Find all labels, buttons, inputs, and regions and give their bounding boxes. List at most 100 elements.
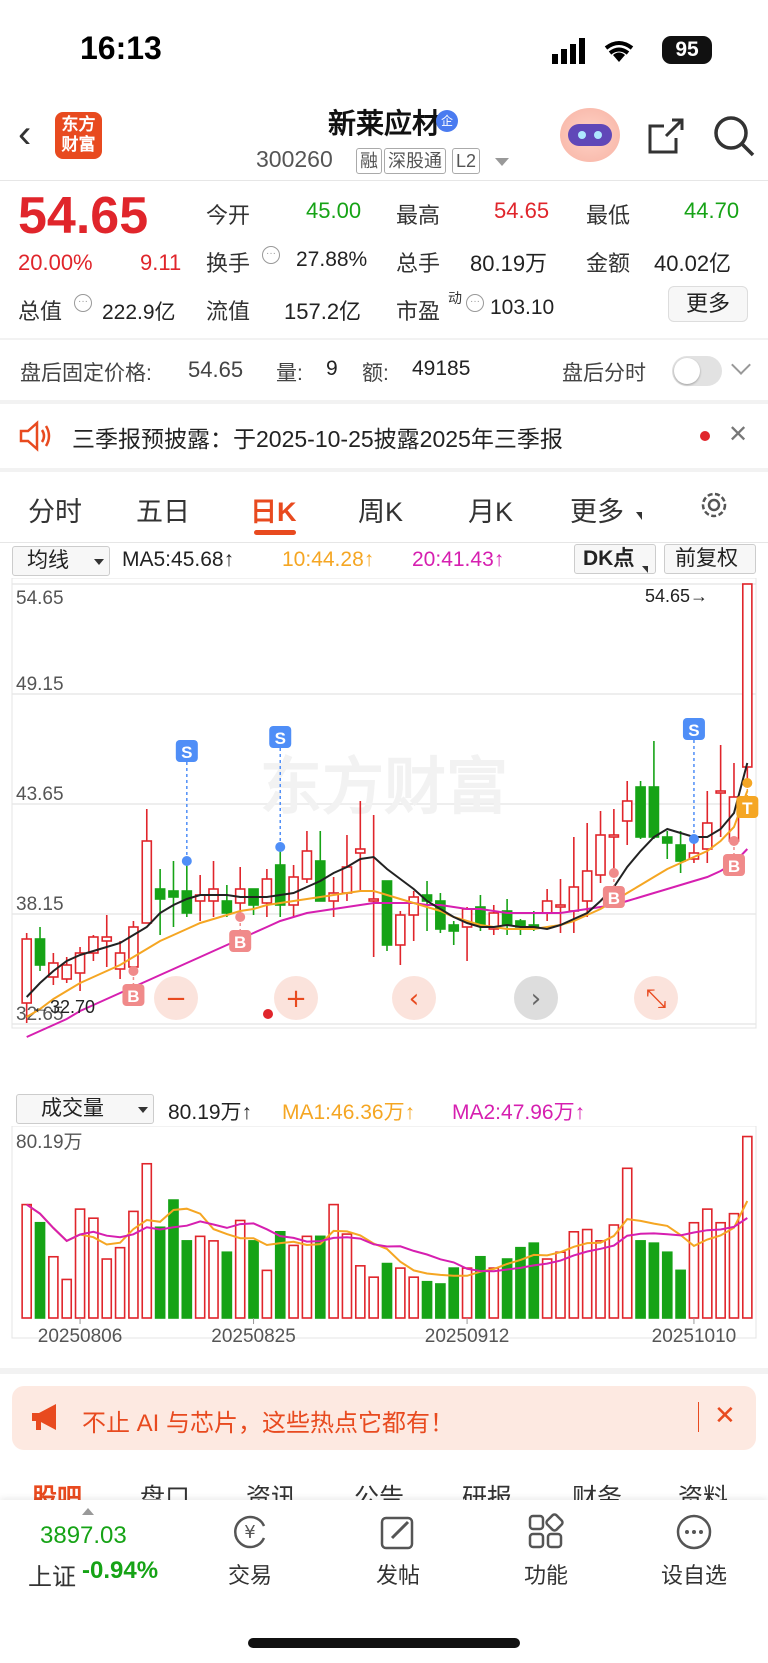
- current-price: 54.65: [18, 187, 149, 245]
- volume-bar: [181, 1240, 193, 1319]
- search-icon[interactable]: [712, 114, 756, 158]
- volume-label: 总手: [396, 251, 441, 276]
- dk-corner-icon: [642, 566, 648, 573]
- high-label: 最高: [396, 203, 441, 228]
- volume-bar: [354, 1265, 366, 1319]
- trade-icon[interactable]: ¥: [230, 1512, 270, 1552]
- volume-bar: [635, 1240, 646, 1319]
- volume-bar: [74, 1208, 86, 1319]
- candle-body: [635, 786, 646, 838]
- close-icon[interactable]: ✕: [728, 420, 748, 449]
- kline-chart[interactable]: 54.6549.1543.6538.1532.65东方财富BBBBTSS S54.…: [0, 578, 768, 1088]
- candle-body: [741, 583, 753, 768]
- volume-ma2: MA2:47.96万↑: [452, 1101, 586, 1124]
- info-icon[interactable]: ···: [466, 294, 484, 312]
- signal-dot: [742, 778, 753, 788]
- volume-bar: [141, 1162, 153, 1319]
- tab-timeshare[interactable]: 分时: [28, 490, 82, 529]
- volume-bar: [675, 1269, 686, 1319]
- index-value[interactable]: 3897.03: [40, 1522, 127, 1550]
- nav-functions[interactable]: 功能: [496, 1558, 596, 1590]
- chart-control-icon: +: [285, 984, 307, 1014]
- float-value: 157.2亿: [284, 299, 362, 324]
- low-marker-label: ←32.70: [32, 997, 95, 1017]
- float-label: 流值: [206, 299, 251, 324]
- share-icon[interactable]: [646, 116, 686, 156]
- volume-bar: [568, 1231, 580, 1319]
- promo-text[interactable]: 不止 AI 与芯片，这些热点它都有！: [82, 1403, 454, 1438]
- volume-bar: [301, 1235, 313, 1319]
- ai-assistant-face: [568, 124, 612, 146]
- post-icon[interactable]: [378, 1512, 418, 1552]
- volume-indicator-select[interactable]: 成交量: [16, 1094, 154, 1124]
- nav-post[interactable]: 发帖: [348, 1558, 448, 1590]
- tab-daily-k[interactable]: 日K: [250, 490, 297, 529]
- close-icon[interactable]: ✕: [714, 1400, 736, 1431]
- afterhours-price: 54.65: [188, 357, 244, 382]
- volume-bar: [154, 1226, 166, 1319]
- volume-bar: [368, 1276, 379, 1319]
- index-name[interactable]: 上证: [28, 1557, 76, 1592]
- chart-control-icon: ‹: [409, 984, 419, 1014]
- x-tick-label: 20250912: [425, 1326, 510, 1342]
- volume-bar: [208, 1240, 219, 1319]
- candle-body: [261, 878, 273, 904]
- notice-text[interactable]: 三季报预披露：于2025-10-25披露2025年三季报: [72, 420, 563, 454]
- info-icon[interactable]: ···: [262, 246, 280, 264]
- y-tick-label: 49.15: [16, 674, 64, 695]
- code-dropdown-icon[interactable]: [495, 158, 509, 166]
- volume-bar: [48, 1255, 59, 1319]
- index-change[interactable]: -0.94%: [82, 1557, 158, 1585]
- low-label: 最低: [586, 203, 631, 228]
- ai-eye-icon: [578, 131, 586, 139]
- gear-icon[interactable]: [697, 488, 731, 522]
- nav-add-watchlist[interactable]: 设自选: [644, 1558, 744, 1590]
- ma10-value: 10:44.28↑: [282, 548, 375, 571]
- watermark: 东方财富: [260, 750, 508, 823]
- wifi-icon: [604, 41, 634, 62]
- volume-bar: [21, 1203, 33, 1319]
- tab-monthly-k[interactable]: 月K: [468, 490, 513, 529]
- x-tick-label: 20250825: [211, 1326, 296, 1342]
- volume-bar: [701, 1208, 713, 1319]
- mktcap-value: 222.9亿: [102, 301, 176, 324]
- candle-body: [448, 924, 460, 932]
- volume-chart[interactable]: 80.19万 20250806 20250825 20250912 20251010: [0, 1126, 768, 1342]
- y-tick-label: 43.65: [16, 784, 64, 805]
- candle-body: [154, 888, 166, 900]
- nav-trade[interactable]: 交易: [200, 1558, 300, 1590]
- signal-dot: [608, 868, 619, 878]
- active-tab-indicator: [254, 530, 296, 535]
- more-quote-button[interactable]: 更多: [668, 286, 748, 322]
- tab-more[interactable]: 更多: [570, 490, 624, 529]
- volume-bar: [248, 1240, 259, 1319]
- candle-body: [621, 800, 633, 822]
- adjust-button[interactable]: 前复权: [664, 544, 756, 574]
- volume-bar: [621, 1167, 633, 1319]
- high-value: 54.65: [494, 198, 550, 223]
- more-corner-icon: [636, 512, 642, 520]
- volume-bar: [114, 1246, 126, 1319]
- chart-control-icon: −: [165, 984, 187, 1014]
- candle-body: [354, 848, 366, 854]
- amount-label: 金额: [586, 251, 631, 276]
- stock-code: 300260: [256, 146, 333, 172]
- signal-dot: [688, 834, 699, 844]
- x-tick-label: 20251010: [652, 1326, 737, 1342]
- functions-icon[interactable]: [526, 1512, 566, 1552]
- candle-body: [181, 890, 193, 914]
- tag-connect: 深股通: [384, 148, 446, 174]
- expand-up-icon[interactable]: [82, 1508, 94, 1515]
- candle-body: [675, 844, 686, 862]
- signal-label: S: [181, 743, 192, 762]
- change-percent: 20.00%: [18, 250, 93, 275]
- tab-weekly-k[interactable]: 周K: [358, 490, 403, 529]
- tab-five-day[interactable]: 五日: [136, 490, 190, 529]
- watchlist-icon[interactable]: [674, 1512, 714, 1552]
- info-icon[interactable]: ···: [74, 294, 92, 312]
- unread-dot: [700, 431, 710, 441]
- tag-margin: 融: [356, 148, 382, 174]
- candle-body: [408, 896, 420, 916]
- candle-body: [381, 880, 393, 946]
- speaker-icon: [19, 420, 51, 452]
